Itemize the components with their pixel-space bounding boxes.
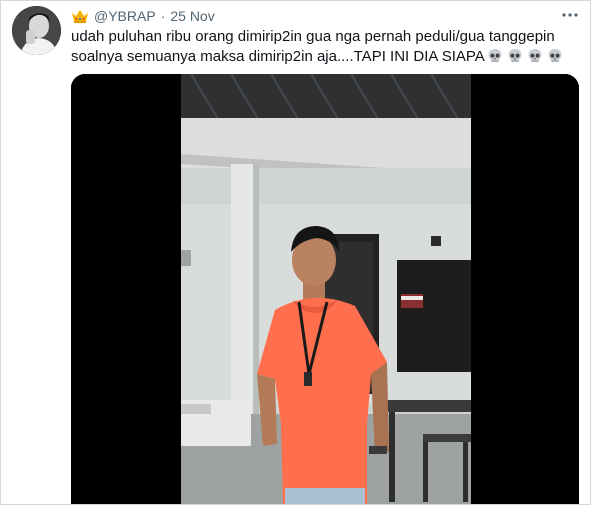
- tweet-date[interactable]: 25 Nov: [170, 8, 214, 24]
- crown-icon: [71, 8, 89, 24]
- user-handle[interactable]: @YBRAP: [94, 8, 156, 24]
- tweet-text: udah puluhan ribu orang dimirip2in gua n…: [71, 28, 555, 65]
- avatar-photo: [12, 6, 61, 55]
- skull-icon: [507, 48, 523, 64]
- tweet-video[interactable]: [71, 74, 579, 504]
- avatar[interactable]: [12, 6, 61, 55]
- tweet-header: @YBRAP · 25 Nov: [71, 7, 215, 25]
- tweet-text-block: udah puluhan ribu orang dimirip2in gua n…: [71, 27, 576, 67]
- skull-icon: [487, 48, 503, 64]
- video-frame: [71, 74, 579, 504]
- skull-icon: [527, 48, 543, 64]
- more-icon[interactable]: [561, 6, 579, 24]
- skull-icon: [547, 48, 563, 64]
- skull-emoji-group: [487, 48, 563, 64]
- header-separator: ·: [160, 8, 166, 24]
- video-scene: [181, 74, 471, 504]
